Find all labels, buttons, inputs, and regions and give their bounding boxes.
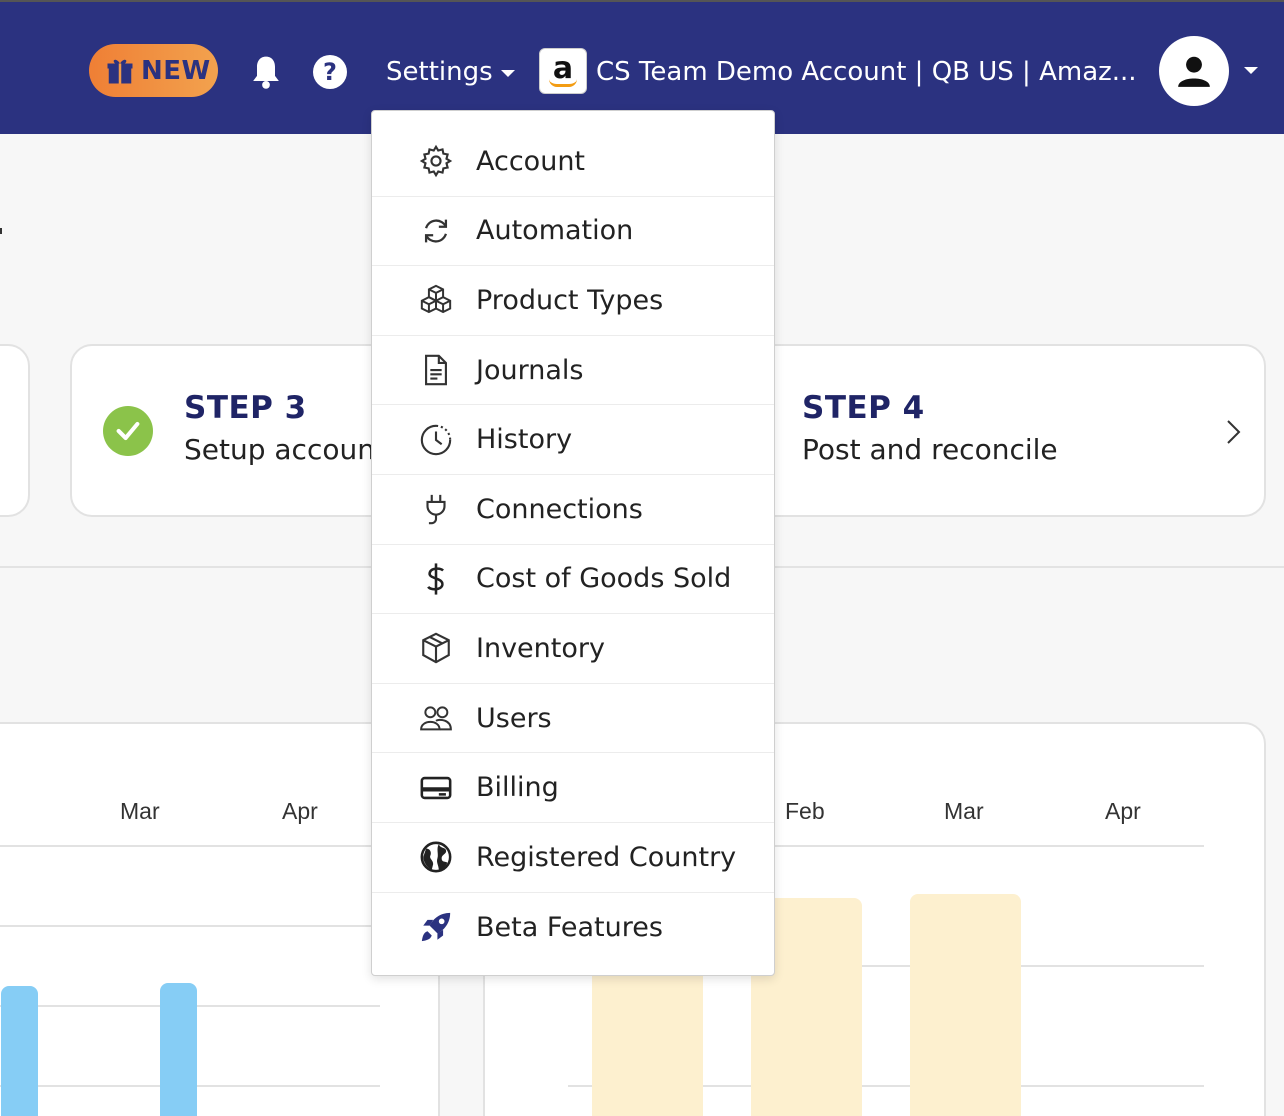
chart-tick: Mar xyxy=(120,798,160,824)
avatar-caret-down-icon[interactable] xyxy=(1244,67,1258,74)
rocket-icon xyxy=(418,909,454,945)
checkmark-icon xyxy=(103,406,153,456)
chart-tick: Feb xyxy=(785,798,825,824)
sync-icon xyxy=(418,213,454,249)
chart-tick: Apr xyxy=(1105,798,1141,824)
plug-icon xyxy=(418,491,454,527)
cropped-mark xyxy=(0,228,2,234)
document-icon xyxy=(418,352,454,388)
boxes-icon xyxy=(418,282,454,318)
menu-item-history[interactable]: History xyxy=(372,405,774,475)
notifications-bell-icon[interactable] xyxy=(250,54,282,90)
menu-item-connections[interactable]: Connections xyxy=(372,475,774,545)
gear-icon xyxy=(418,143,454,179)
clock-icon xyxy=(418,422,454,458)
menu-item-label: Product Types xyxy=(476,284,664,316)
menu-item-label: Beta Features xyxy=(476,911,663,943)
menu-item-label: Journals xyxy=(476,354,584,386)
step-card-4[interactable] xyxy=(720,344,1266,517)
menu-item-users[interactable]: Users xyxy=(372,684,774,754)
menu-item-label: Automation xyxy=(476,215,634,247)
globe-icon xyxy=(418,839,454,875)
step-4-subtitle: Post and reconcile xyxy=(802,433,1058,466)
menu-item-cost-of-goods-sold[interactable]: Cost of Goods Sold xyxy=(372,545,774,615)
dollar-icon xyxy=(418,561,454,597)
menu-item-label: Connections xyxy=(476,493,643,525)
chart-bar[interactable] xyxy=(592,960,703,1116)
menu-item-label: Users xyxy=(476,702,552,734)
menu-item-label: Registered Country xyxy=(476,841,737,873)
chart-bar[interactable] xyxy=(1,986,38,1116)
gridline xyxy=(0,845,380,847)
menu-item-account[interactable]: Account xyxy=(372,127,774,197)
users-icon xyxy=(418,700,454,736)
chart-bar[interactable] xyxy=(910,894,1021,1116)
amazon-logo: a xyxy=(539,48,587,94)
menu-item-label: Cost of Goods Sold xyxy=(476,563,732,595)
whats-new-button[interactable]: NEW xyxy=(89,44,218,97)
help-icon[interactable]: ? xyxy=(313,55,347,89)
settings-menu: Account Automation Product Types Journal… xyxy=(371,110,775,976)
step-card-previous[interactable] xyxy=(0,344,30,517)
menu-item-product-types[interactable]: Product Types xyxy=(372,266,774,336)
account-switcher[interactable]: CS Team Demo Account | QB US | Amaz... xyxy=(596,52,1137,92)
gridline xyxy=(0,925,380,927)
user-icon xyxy=(1178,56,1210,87)
menu-item-label: Inventory xyxy=(476,632,605,664)
menu-item-label: Account xyxy=(476,145,586,177)
menu-item-inventory[interactable]: Inventory xyxy=(372,614,774,684)
user-avatar-button[interactable] xyxy=(1159,36,1229,106)
menu-item-label: History xyxy=(476,424,573,456)
package-icon xyxy=(418,630,454,666)
menu-item-billing[interactable]: Billing xyxy=(372,753,774,823)
gift-icon xyxy=(107,59,133,83)
new-label: NEW xyxy=(141,55,211,86)
chart-bar[interactable] xyxy=(160,983,197,1116)
step-3-title: STEP 3 xyxy=(184,390,307,426)
credit-card-icon xyxy=(418,770,454,806)
menu-item-label: Billing xyxy=(476,772,559,804)
step-4-title: STEP 4 xyxy=(802,390,925,426)
menu-item-beta-features[interactable]: Beta Features xyxy=(372,893,774,963)
caret-down-icon xyxy=(500,69,515,77)
menu-item-automation[interactable]: Automation xyxy=(372,197,774,267)
settings-label: Settings xyxy=(386,57,493,87)
chart-tick: Apr xyxy=(282,798,318,824)
menu-item-journals[interactable]: Journals xyxy=(372,336,774,406)
chevron-right-icon[interactable] xyxy=(1222,418,1244,446)
menu-item-registered-country[interactable]: Registered Country xyxy=(372,823,774,893)
chart-tick: Mar xyxy=(944,798,984,824)
settings-dropdown-toggle[interactable]: Settings xyxy=(386,52,515,92)
step-3-subtitle: Setup account xyxy=(184,433,386,466)
